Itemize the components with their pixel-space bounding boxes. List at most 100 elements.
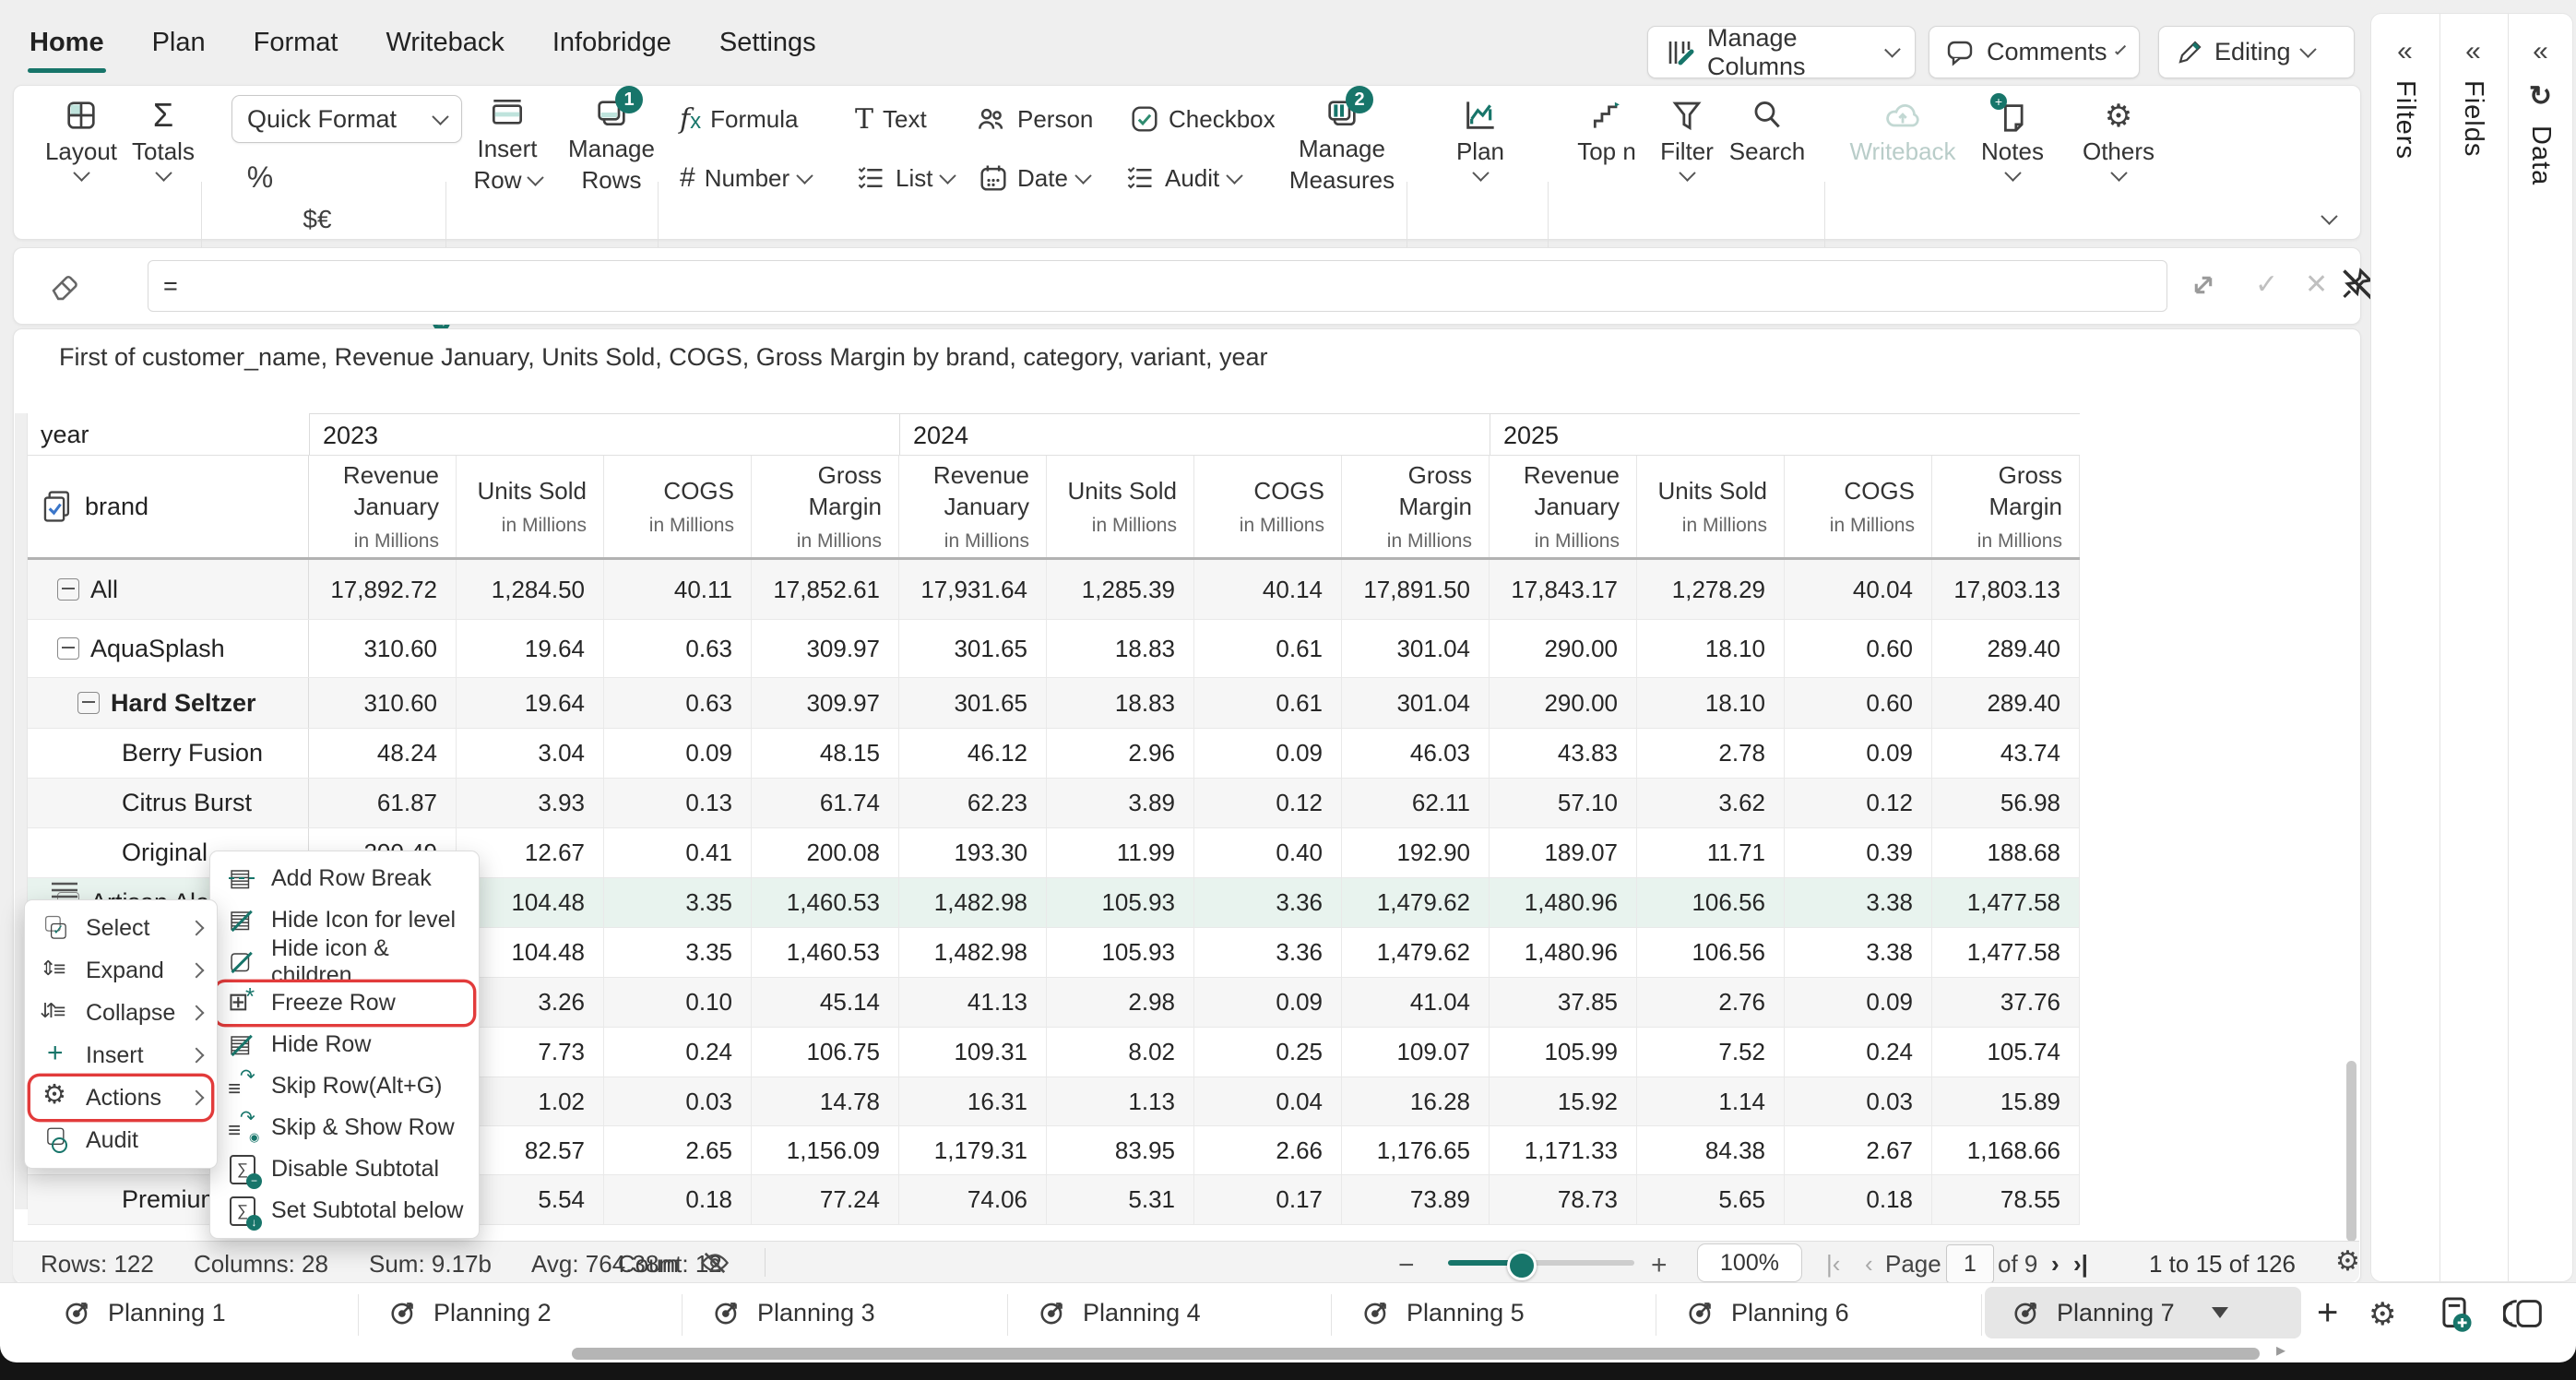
- value-cell[interactable]: 2.78: [1637, 729, 1785, 778]
- value-cell[interactable]: 0.09: [1785, 729, 1932, 778]
- value-cell[interactable]: 73.89: [1342, 1175, 1490, 1224]
- menu-item-disable-subtotal[interactable]: ∑−Disable Subtotal: [216, 1148, 473, 1190]
- table-row[interactable]: AquaSplash310.6019.640.63309.97301.6518.…: [28, 620, 2080, 678]
- value-cell[interactable]: 3.04: [457, 729, 604, 778]
- value-cell[interactable]: 301.04: [1342, 620, 1490, 677]
- measure-header[interactable]: Gross Marginin Millions: [1932, 456, 2080, 557]
- sheet-tab-4[interactable]: Planning 4: [1011, 1287, 1327, 1338]
- date-column-button[interactable]: Date: [979, 158, 1089, 198]
- cancel-x-icon[interactable]: ✕: [2305, 268, 2328, 301]
- value-cell[interactable]: 83.95: [1047, 1126, 1194, 1174]
- value-cell[interactable]: 43.83: [1490, 729, 1637, 778]
- value-cell[interactable]: 105.74: [1932, 1028, 2080, 1077]
- value-cell[interactable]: 1,477.58: [1932, 878, 2080, 927]
- value-cell[interactable]: 11.99: [1047, 828, 1194, 877]
- value-cell[interactable]: 8.02: [1047, 1028, 1194, 1077]
- value-cell[interactable]: 7.52: [1637, 1028, 1785, 1077]
- value-cell[interactable]: 3.36: [1194, 928, 1342, 977]
- value-cell[interactable]: 78.55: [1932, 1175, 2080, 1224]
- table-row[interactable]: Berry Fusion48.243.040.0948.1546.122.960…: [28, 729, 2080, 779]
- value-cell[interactable]: 17,843.17: [1490, 560, 1637, 619]
- value-cell[interactable]: 40.04: [1785, 560, 1932, 619]
- value-cell[interactable]: 57.10: [1490, 779, 1637, 827]
- sheet-tab-2[interactable]: Planning 2: [362, 1287, 678, 1338]
- sheet-tab-6[interactable]: Planning 6: [1659, 1287, 1976, 1338]
- prev-page-icon[interactable]: ‹: [1865, 1250, 1873, 1279]
- value-cell[interactable]: 61.87: [309, 779, 457, 827]
- value-cell[interactable]: 1,479.62: [1342, 928, 1490, 977]
- value-cell[interactable]: 62.11: [1342, 779, 1490, 827]
- value-cell[interactable]: 1,480.96: [1490, 928, 1637, 977]
- value-cell[interactable]: 18.10: [1637, 678, 1785, 728]
- quick-format-select[interactable]: Quick Format: [231, 95, 462, 143]
- value-cell[interactable]: 0.61: [1194, 620, 1342, 677]
- menu-item-hide-icon-children[interactable]: ▢Hide icon & children: [216, 941, 473, 982]
- value-cell[interactable]: 0.17: [1194, 1175, 1342, 1224]
- value-cell[interactable]: 56.98: [1932, 779, 2080, 827]
- value-cell[interactable]: 78.73: [1490, 1175, 1637, 1224]
- person-column-button[interactable]: Person: [975, 99, 1093, 139]
- zoom-out-icon[interactable]: −: [1398, 1250, 1415, 1281]
- measure-header[interactable]: Gross Marginin Millions: [1342, 456, 1490, 557]
- value-cell[interactable]: 193.30: [899, 828, 1047, 877]
- value-cell[interactable]: 17,931.64: [899, 560, 1047, 619]
- value-cell[interactable]: 40.14: [1194, 560, 1342, 619]
- hidden-values-eye-off-icon[interactable]: [699, 1248, 730, 1278]
- measure-header[interactable]: Units Soldin Millions: [457, 456, 604, 557]
- value-cell[interactable]: 309.97: [752, 678, 899, 728]
- value-cell[interactable]: 0.18: [1785, 1175, 1932, 1224]
- value-cell[interactable]: 3.36: [1194, 878, 1342, 927]
- collapse-double-chevron-icon[interactable]: «: [2533, 36, 2548, 67]
- zoom-slider[interactable]: [1448, 1260, 1634, 1266]
- collapse-row-icon[interactable]: [57, 637, 79, 660]
- row-label-cell[interactable]: Berry Fusion: [28, 729, 309, 778]
- editing-mode-button[interactable]: Editing: [2158, 26, 2355, 78]
- value-cell[interactable]: 1,482.98: [899, 878, 1047, 927]
- value-cell[interactable]: 74.06: [899, 1175, 1047, 1224]
- value-cell[interactable]: 1.13: [1047, 1077, 1194, 1125]
- zoom-level-box[interactable]: 100%: [1697, 1243, 1802, 1282]
- year-group-header[interactable]: 2025: [1490, 413, 2080, 455]
- value-cell[interactable]: 109.07: [1342, 1028, 1490, 1077]
- brand-header-cell[interactable]: brand: [28, 456, 309, 557]
- menu-item-select[interactable]: ▢▢✓Select: [30, 907, 211, 949]
- value-cell[interactable]: 19.64: [457, 678, 604, 728]
- percent-format-icon[interactable]: %: [237, 156, 283, 198]
- value-cell[interactable]: 37.85: [1490, 978, 1637, 1027]
- value-cell[interactable]: 48.15: [752, 729, 899, 778]
- value-cell[interactable]: 2.66: [1194, 1126, 1342, 1174]
- checkbox-column-button[interactable]: Checkbox: [1130, 99, 1276, 139]
- value-cell[interactable]: 61.74: [752, 779, 899, 827]
- audit-column-button[interactable]: Audit: [1124, 158, 1241, 198]
- value-cell[interactable]: 46.12: [899, 729, 1047, 778]
- measure-header[interactable]: COGSin Millions: [604, 456, 752, 557]
- menu-item-home[interactable]: Home: [28, 24, 106, 62]
- measure-header[interactable]: Revenue Januaryin Millions: [1490, 456, 1637, 557]
- value-cell[interactable]: 3.35: [604, 878, 752, 927]
- value-cell[interactable]: 16.28: [1342, 1077, 1490, 1125]
- value-cell[interactable]: 2.96: [1047, 729, 1194, 778]
- menu-item-writeback[interactable]: Writeback: [384, 24, 505, 62]
- ribbon-collapse-chevron[interactable]: [2323, 213, 2335, 230]
- zoom-slider-knob[interactable]: [1507, 1251, 1537, 1280]
- currency-format-icon[interactable]: $€: [291, 198, 344, 241]
- table-row[interactable]: All17,892.721,284.5040.1117,852.6117,931…: [28, 560, 2080, 620]
- value-cell[interactable]: 106.75: [752, 1028, 899, 1077]
- value-cell[interactable]: 17,852.61: [752, 560, 899, 619]
- menu-item-insert[interactable]: +Insert: [30, 1034, 211, 1077]
- value-cell[interactable]: 105.93: [1047, 878, 1194, 927]
- value-cell[interactable]: 16.31: [899, 1077, 1047, 1125]
- row-label-cell[interactable]: Citrus Burst: [28, 779, 309, 827]
- scroll-right-arrow-icon[interactable]: ▸: [2276, 1338, 2285, 1362]
- expand-formula-icon[interactable]: [2187, 268, 2220, 302]
- value-cell[interactable]: 106.56: [1637, 878, 1785, 927]
- notes-button[interactable]: + Notes: [1975, 99, 2050, 182]
- value-cell[interactable]: 37.76: [1932, 978, 2080, 1027]
- value-cell[interactable]: 309.97: [752, 620, 899, 677]
- copy-sheets-icon[interactable]: [2503, 1294, 2544, 1333]
- collapse-row-icon[interactable]: [77, 692, 100, 714]
- value-cell[interactable]: 0.09: [1785, 978, 1932, 1027]
- table-row[interactable]: Citrus Burst61.873.930.1361.7462.233.890…: [28, 779, 2080, 828]
- value-cell[interactable]: 188.68: [1932, 828, 2080, 877]
- eraser-icon[interactable]: [49, 268, 84, 303]
